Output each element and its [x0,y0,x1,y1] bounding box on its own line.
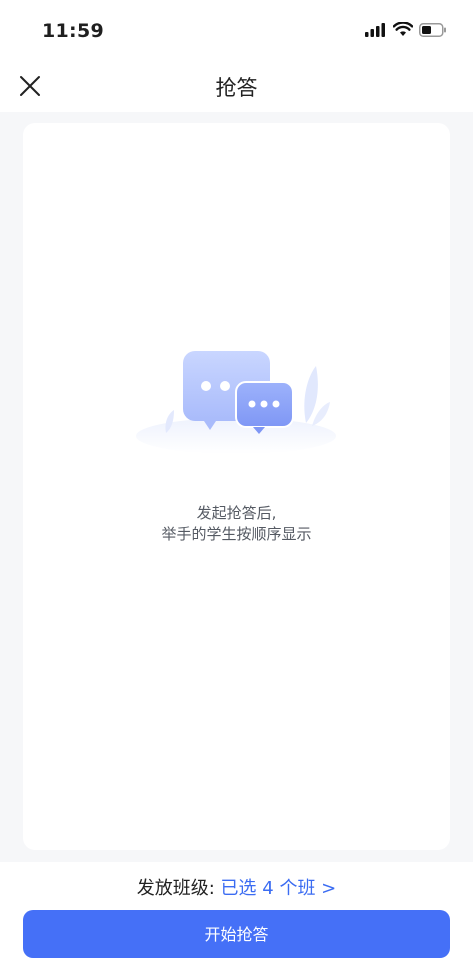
status-time: 11:59 [42,20,104,42]
content-card: 发起抢答后, 举手的学生按顺序显示 [23,123,450,850]
start-quick-answer-button[interactable]: 开始抢答 [23,910,450,958]
class-label: 发放班级: [136,878,215,899]
class-selection-row: 发放班级: 已选 4 个班 > [0,874,473,900]
empty-state-text: 发起抢答后, 举手的学生按顺序显示 [23,503,450,545]
page-title: 抢答 [215,76,258,100]
chat-bubbles-illustration-icon [136,351,336,454]
empty-state-line-2: 举手的学生按顺序显示 [161,525,312,543]
status-icons [365,22,447,37]
bottom-bar: 发放班级: 已选 4 个班 > 开始抢答 [0,862,473,976]
class-selection-link[interactable]: 已选 4 个班 > [221,878,337,899]
empty-state-line-1: 发起抢答后, [196,504,277,522]
wifi-icon [393,22,413,36]
battery-icon [419,22,446,37]
status-bar: 11:59 [0,0,473,60]
cellular-signal-icon [365,22,385,37]
nav-bar: 抢答 [0,60,473,112]
